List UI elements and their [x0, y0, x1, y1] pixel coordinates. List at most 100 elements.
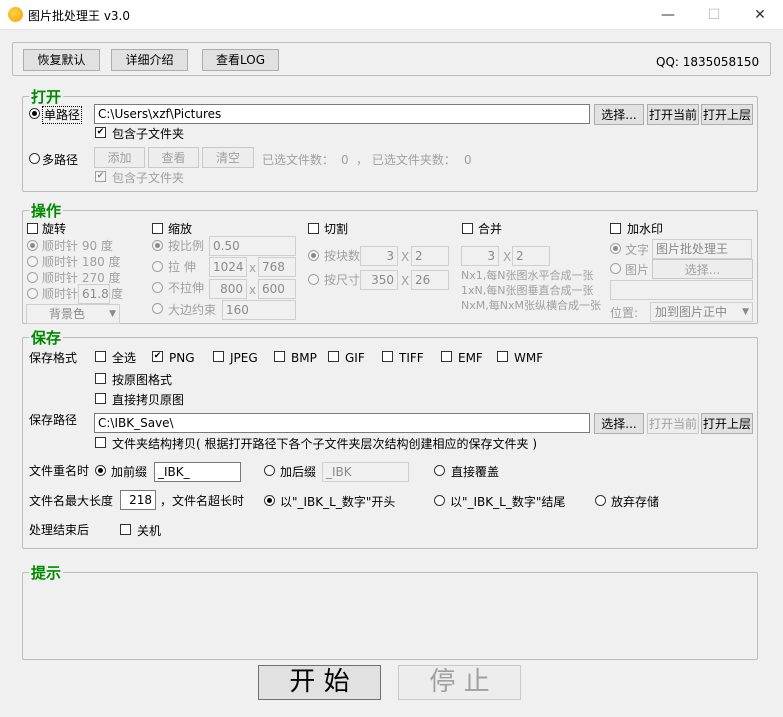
open-legend: 打开 — [29, 88, 64, 106]
open-path-input[interactable]: C:\Users\xzf\Pictures — [94, 104, 590, 124]
prefix-input[interactable]: _IBK_ — [154, 462, 241, 482]
stretch-height-input[interactable]: 768 — [258, 257, 296, 277]
view-log-button[interactable]: 查看LOG — [202, 49, 279, 71]
open-current-button[interactable]: 打开当前 — [647, 104, 699, 125]
cut-blocks-b-input[interactable]: 2 — [411, 246, 449, 266]
format-png-label: PNG — [169, 351, 195, 365]
rotate-180-radio[interactable] — [27, 256, 38, 267]
scale-max-label: 大边约束 — [168, 303, 217, 317]
chevron-down-icon: ▼ — [109, 309, 116, 319]
cut-blocks-label: 按块数 — [324, 249, 361, 263]
format-jpeg-checkbox[interactable] — [213, 351, 224, 362]
suffix-radio[interactable] — [264, 465, 275, 476]
prefix-number-radio[interactable] — [264, 495, 275, 506]
format-all-checkbox[interactable] — [95, 351, 106, 362]
open-parent-button[interactable]: 打开上层 — [701, 104, 753, 125]
cut-size-label: 按尺寸 — [324, 273, 361, 287]
format-bmp-label: BMP — [291, 351, 317, 365]
prefix-label: 加前缀 — [111, 465, 148, 479]
minimize-button[interactable]: — — [645, 0, 691, 30]
watermark-image-radio[interactable] — [610, 263, 621, 274]
watermark-image-path-input[interactable] — [610, 280, 753, 300]
scale-stretch-radio[interactable] — [152, 261, 163, 272]
watermark-checkbox[interactable] — [610, 223, 621, 234]
close-button[interactable]: ✕ — [737, 0, 783, 30]
rotate-checkbox[interactable] — [27, 223, 38, 234]
multi-path-radio[interactable] — [29, 153, 40, 164]
scale-checkbox[interactable] — [152, 223, 163, 234]
merge-a-input[interactable]: 3 — [461, 246, 499, 266]
suffix-number-label: 以"_IBK_L_数字"结尾 — [450, 495, 566, 509]
stop-button[interactable]: 停 止 — [398, 665, 521, 700]
hint-group — [22, 572, 758, 660]
include-subfolders2-checkbox[interactable]: ✔ — [95, 171, 106, 182]
by-original-format-checkbox[interactable] — [95, 373, 106, 384]
scale-label: 缩放 — [168, 222, 193, 236]
rotate-custom-input[interactable]: 61.8 — [78, 284, 110, 304]
format-wmf-checkbox[interactable] — [497, 351, 508, 362]
too-long-label: ，文件名超长时 — [160, 494, 245, 508]
background-color-select[interactable]: 背景色 ▼ — [26, 304, 120, 324]
clear-button[interactable]: 清空 — [202, 147, 254, 168]
single-path-radio[interactable] — [29, 108, 40, 119]
cut-size-a-input[interactable]: 350 — [360, 270, 398, 290]
watermark-choose-button[interactable]: 选择... — [652, 259, 753, 279]
start-button[interactable]: 开 始 — [258, 665, 381, 700]
prefix-radio[interactable] — [95, 465, 106, 476]
watermark-text-radio[interactable] — [610, 243, 621, 254]
save-open-current-button[interactable]: 打开当前 — [647, 413, 699, 434]
format-gif-label: GIF — [345, 351, 365, 365]
abandon-radio[interactable] — [595, 495, 606, 506]
max-length-input[interactable]: 218 — [120, 490, 156, 510]
save-open-parent-button[interactable]: 打开上层 — [701, 413, 753, 434]
watermark-position-select[interactable]: 加到图片正中 ▼ — [650, 302, 753, 322]
structure-copy-checkbox[interactable] — [95, 437, 106, 448]
scale-ratio-input[interactable]: 0.50 — [209, 236, 296, 256]
selected-files-label: 已选文件数： — [262, 153, 335, 167]
details-button[interactable]: 详细介绍 — [111, 49, 188, 71]
add-button[interactable]: 添加 — [94, 147, 145, 168]
scale-max-radio[interactable] — [152, 303, 163, 314]
rotate-270-radio[interactable] — [27, 272, 38, 283]
max-length-label: 文件名最大长度 — [29, 494, 114, 508]
direct-copy-checkbox[interactable] — [95, 393, 106, 404]
cut-size-b-input[interactable]: 26 — [411, 270, 449, 290]
shutdown-label: 关机 — [137, 524, 162, 538]
rotate-custom-radio[interactable] — [27, 288, 38, 299]
format-emf-checkbox[interactable] — [441, 351, 452, 362]
nostretch-width-input[interactable]: 800 — [209, 279, 247, 299]
merge-checkbox[interactable] — [462, 223, 473, 234]
format-png-checkbox[interactable]: ✔ — [152, 351, 163, 362]
stretch-x-label: x — [249, 261, 257, 275]
format-tiff-checkbox[interactable] — [382, 351, 393, 362]
cut-size-x-label: X — [401, 274, 410, 288]
overwrite-radio[interactable] — [434, 465, 445, 476]
stretch-width-input[interactable]: 1024 — [209, 257, 247, 277]
open-choose-button[interactable]: 选择... — [594, 104, 644, 125]
rotate-90-radio[interactable] — [27, 240, 38, 251]
include-subfolders-checkbox[interactable]: ✔ — [95, 127, 106, 138]
merge-b-input[interactable]: 2 — [512, 246, 550, 266]
maximize-button[interactable]: ☐ — [691, 0, 737, 30]
save-legend: 保存 — [29, 329, 64, 347]
nostretch-height-input[interactable]: 600 — [258, 279, 296, 299]
cut-blocks-a-input[interactable]: 3 — [360, 246, 398, 266]
watermark-text-input[interactable]: 图片批处理王 — [652, 239, 752, 259]
selected-folders-count: 0 — [464, 153, 472, 167]
view-button[interactable]: 查看 — [148, 147, 199, 168]
suffix-input[interactable]: _IBK — [322, 462, 409, 482]
format-bmp-checkbox[interactable] — [274, 351, 285, 362]
cut-checkbox[interactable] — [308, 223, 319, 234]
format-gif-checkbox[interactable] — [328, 351, 339, 362]
rotate-deg-label: 度 — [111, 287, 124, 301]
suffix-number-radio[interactable] — [434, 495, 445, 506]
scale-nostretch-radio[interactable] — [152, 282, 163, 293]
cut-size-radio[interactable] — [308, 274, 319, 285]
restore-defaults-button[interactable]: 恢复默认 — [23, 49, 100, 71]
save-choose-button[interactable]: 选择... — [594, 413, 644, 434]
shutdown-checkbox[interactable] — [120, 524, 131, 535]
scale-max-input[interactable]: 160 — [222, 300, 296, 320]
save-path-input[interactable]: C:\IBK_Save\ — [94, 413, 590, 433]
cut-blocks-radio[interactable] — [308, 250, 319, 261]
scale-ratio-radio[interactable] — [152, 240, 163, 251]
